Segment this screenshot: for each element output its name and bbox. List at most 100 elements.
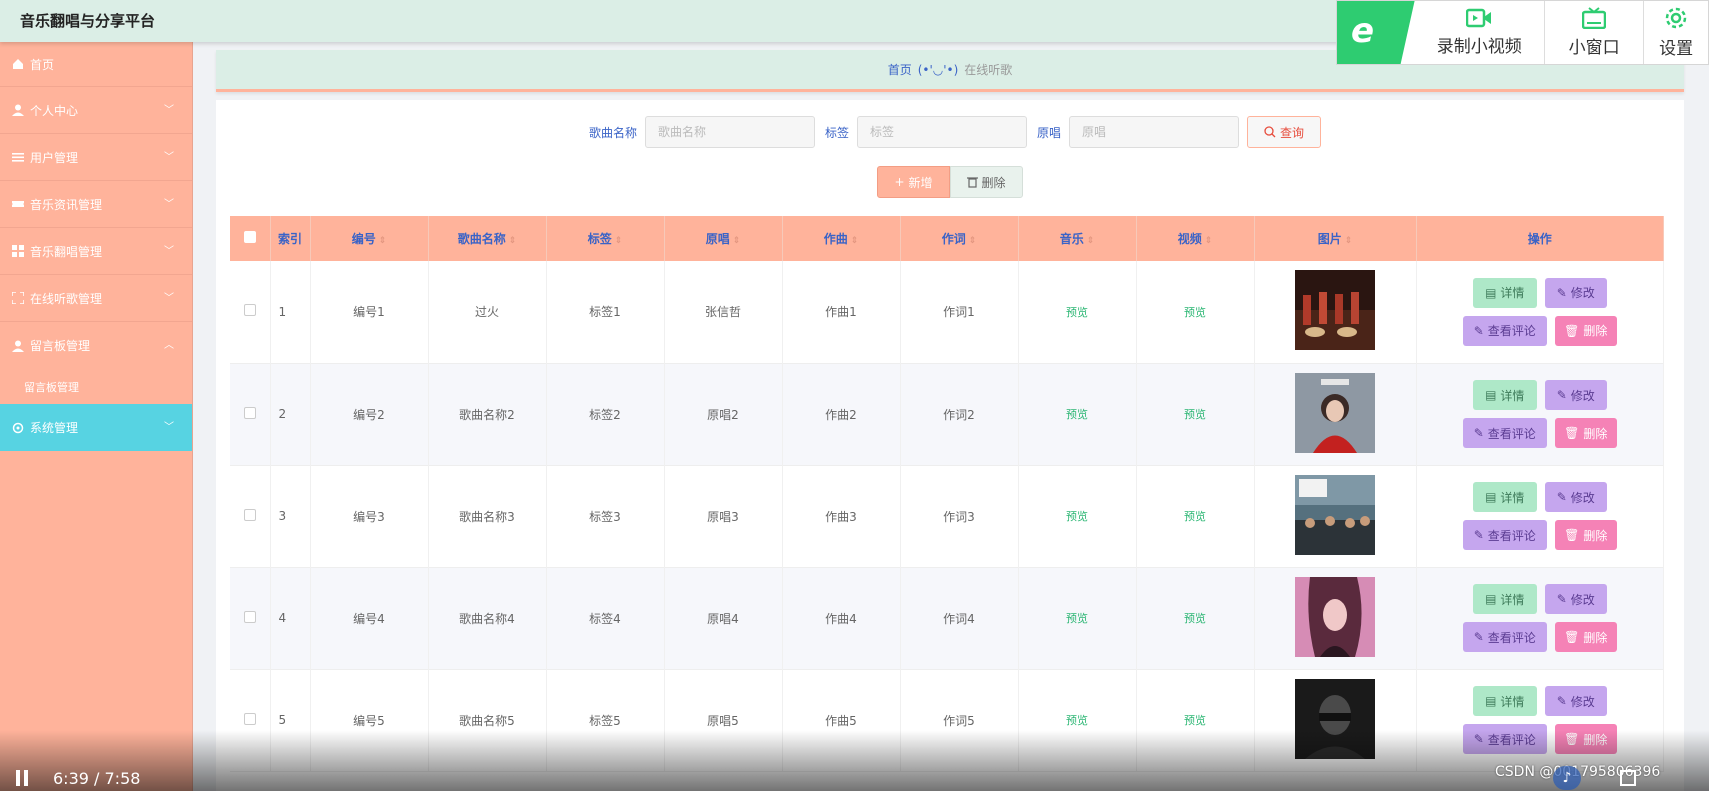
fullscreen-icon[interactable] xyxy=(1620,770,1636,786)
trash-icon: 🗑 xyxy=(1564,323,1580,338)
songs-table: 索引 编号 ⇕ 歌曲名称 ⇕ 标签 ⇕ 原唱 ⇕ 作曲 ⇕ 作词 ⇕ 音乐 ⇕ 视频 ⇕ 图片 ⇕… xyxy=(230,216,1664,772)
sort-icon: ⇕ xyxy=(732,236,741,246)
breadcrumb-current: 在线听歌 xyxy=(964,63,1013,77)
cell-composer: 作曲1 xyxy=(782,261,901,363)
select-all-cell[interactable] xyxy=(230,216,271,261)
chevron-down-icon: ﹀ xyxy=(164,293,174,304)
document-icon: ▤ xyxy=(1485,694,1497,708)
view-comments-button[interactable]: ✎查看评论 xyxy=(1462,622,1547,652)
music-preview-link[interactable]: 预览 xyxy=(1066,714,1088,727)
music-preview-link[interactable]: 预览 xyxy=(1066,612,1088,625)
edit-button[interactable]: ✎ 修改 xyxy=(1544,277,1607,308)
cell-lyricist: 作词1 xyxy=(900,261,1019,363)
sort-icon: ⇕ xyxy=(850,236,859,246)
sidebar-item-home[interactable]: 首页 xyxy=(0,42,192,87)
chevron-down-icon: ﹀ xyxy=(164,199,174,210)
cell-tag: 标签2 xyxy=(546,363,665,465)
cell-song-name: 歌曲名称4 xyxy=(428,567,547,669)
sidebar-item-user-management[interactable]: 用户管理 ﹀ xyxy=(0,134,192,181)
cell-index: 4 xyxy=(270,567,311,669)
video-preview-link[interactable]: 预览 xyxy=(1184,714,1206,727)
batch-delete-button[interactable]: 删除 xyxy=(949,166,1023,198)
music-preview-link[interactable]: 预览 xyxy=(1066,408,1088,421)
music-preview-link[interactable]: 预览 xyxy=(1066,510,1088,523)
settings-button[interactable]: 设置 xyxy=(1643,1,1708,64)
column-header-image[interactable]: 图片 ⇕ xyxy=(1254,216,1417,261)
breadcrumb-emoticon: (•'◡'•) xyxy=(917,62,959,77)
select-all-checkbox[interactable] xyxy=(243,231,256,243)
cell-composer: 作曲2 xyxy=(782,363,901,465)
column-header-song-name[interactable]: 歌曲名称 ⇕ xyxy=(428,216,547,261)
cell-song-name: 歌曲名称3 xyxy=(428,465,547,567)
video-preview-link[interactable]: 预览 xyxy=(1184,510,1206,523)
mini-window-button[interactable]: 小窗口 xyxy=(1543,1,1643,64)
edit-button[interactable]: ✎ 修改 xyxy=(1544,482,1607,512)
volume-icon[interactable]: ♪ xyxy=(1553,766,1581,790)
column-header-original[interactable]: 原唱 ⇕ xyxy=(664,216,783,261)
detail-button[interactable]: ▤ 详情 xyxy=(1472,686,1537,716)
row-checkbox[interactable] xyxy=(243,610,256,623)
recorder-logo: e xyxy=(1337,1,1415,64)
cell-lyricist: 作词2 xyxy=(900,363,1019,465)
row-checkbox[interactable] xyxy=(243,508,256,521)
view-comments-button[interactable]: ✎查看评论 xyxy=(1462,315,1547,346)
edit-button[interactable]: ✎ 修改 xyxy=(1544,584,1607,614)
delete-button[interactable]: 🗑删除 xyxy=(1554,418,1617,448)
breadcrumb-home[interactable]: 首页 xyxy=(888,61,912,78)
column-header-composer[interactable]: 作曲 ⇕ xyxy=(782,216,901,261)
column-header-code[interactable]: 编号 ⇕ xyxy=(310,216,429,261)
detail-button[interactable]: ▤ 详情 xyxy=(1472,380,1537,410)
row-checkbox[interactable] xyxy=(243,712,256,725)
sort-icon: ⇕ xyxy=(614,236,623,246)
cell-index: 3 xyxy=(270,465,311,567)
delete-button[interactable]: 🗑删除 xyxy=(1554,520,1617,550)
sidebar-item-cover-management[interactable]: 音乐翻唱管理 ﹀ xyxy=(0,228,192,275)
column-header-video[interactable]: 视频 ⇕ xyxy=(1136,216,1255,261)
column-header-lyricist[interactable]: 作词 ⇕ xyxy=(900,216,1019,261)
sidebar-item-system-management[interactable]: 系统管理 ﹀ xyxy=(0,404,192,451)
sidebar-item-message-board[interactable]: 留言板管理 ︿ xyxy=(0,322,192,369)
original-singer-input[interactable] xyxy=(1069,116,1240,148)
sidebar-item-personal-center[interactable]: 个人中心 ﹀ xyxy=(0,87,192,134)
add-button[interactable]: + 新增 xyxy=(877,166,950,198)
video-preview-link[interactable]: 预览 xyxy=(1184,408,1206,421)
query-button[interactable]: 查询 xyxy=(1247,116,1322,148)
video-preview-link[interactable]: 预览 xyxy=(1184,306,1206,319)
sidebar-item-music-news[interactable]: 音乐资讯管理 ﹀ xyxy=(0,181,192,228)
column-header-operations: 操作 xyxy=(1416,216,1664,261)
view-comments-button[interactable]: ✎查看评论 xyxy=(1462,418,1547,448)
gear-icon xyxy=(12,422,24,434)
pause-icon[interactable] xyxy=(16,770,30,786)
tag-input[interactable] xyxy=(857,116,1027,148)
column-header-tag[interactable]: 标签 ⇕ xyxy=(546,216,665,261)
cell-song-name: 歌曲名称2 xyxy=(428,363,547,465)
view-comments-button[interactable]: ✎查看评论 xyxy=(1462,520,1547,550)
row-checkbox[interactable] xyxy=(243,304,256,317)
detail-button[interactable]: ▤ 详情 xyxy=(1472,277,1537,308)
cover-image xyxy=(1295,270,1375,351)
chevron-down-icon: ﹀ xyxy=(164,152,174,163)
document-icon: ▤ xyxy=(1485,285,1497,300)
sidebar-item-online-listening[interactable]: 在线听歌管理 ﹀ xyxy=(0,275,192,322)
submenu-item-message-board[interactable]: 留言板管理 xyxy=(0,369,192,404)
tv-icon xyxy=(1582,7,1607,29)
column-header-music[interactable]: 音乐 ⇕ xyxy=(1018,216,1137,261)
edit-button[interactable]: ✎ 修改 xyxy=(1544,686,1607,716)
record-video-button[interactable]: 录制小视频 xyxy=(1415,1,1544,64)
chevron-up-icon: ︿ xyxy=(164,340,174,351)
row-checkbox[interactable] xyxy=(243,406,256,419)
detail-button[interactable]: ▤ 详情 xyxy=(1472,584,1537,614)
video-preview-link[interactable]: 预览 xyxy=(1184,612,1206,625)
delete-button[interactable]: 🗑删除 xyxy=(1554,315,1617,346)
music-preview-link[interactable]: 预览 xyxy=(1066,306,1088,319)
cell-original: 原唱2 xyxy=(664,363,783,465)
grid-icon xyxy=(12,245,24,257)
delete-button[interactable]: 🗑删除 xyxy=(1554,622,1617,652)
song-name-input[interactable] xyxy=(644,116,815,148)
edit-button[interactable]: ✎ 修改 xyxy=(1544,380,1607,410)
cell-index: 2 xyxy=(270,363,311,465)
main-content: 歌曲名称 标签 原唱 查询 + 新增 删除 xyxy=(216,100,1684,791)
chevron-down-icon: ﹀ xyxy=(164,246,174,257)
frame-icon xyxy=(12,292,24,304)
detail-button[interactable]: ▤ 详情 xyxy=(1472,482,1537,512)
